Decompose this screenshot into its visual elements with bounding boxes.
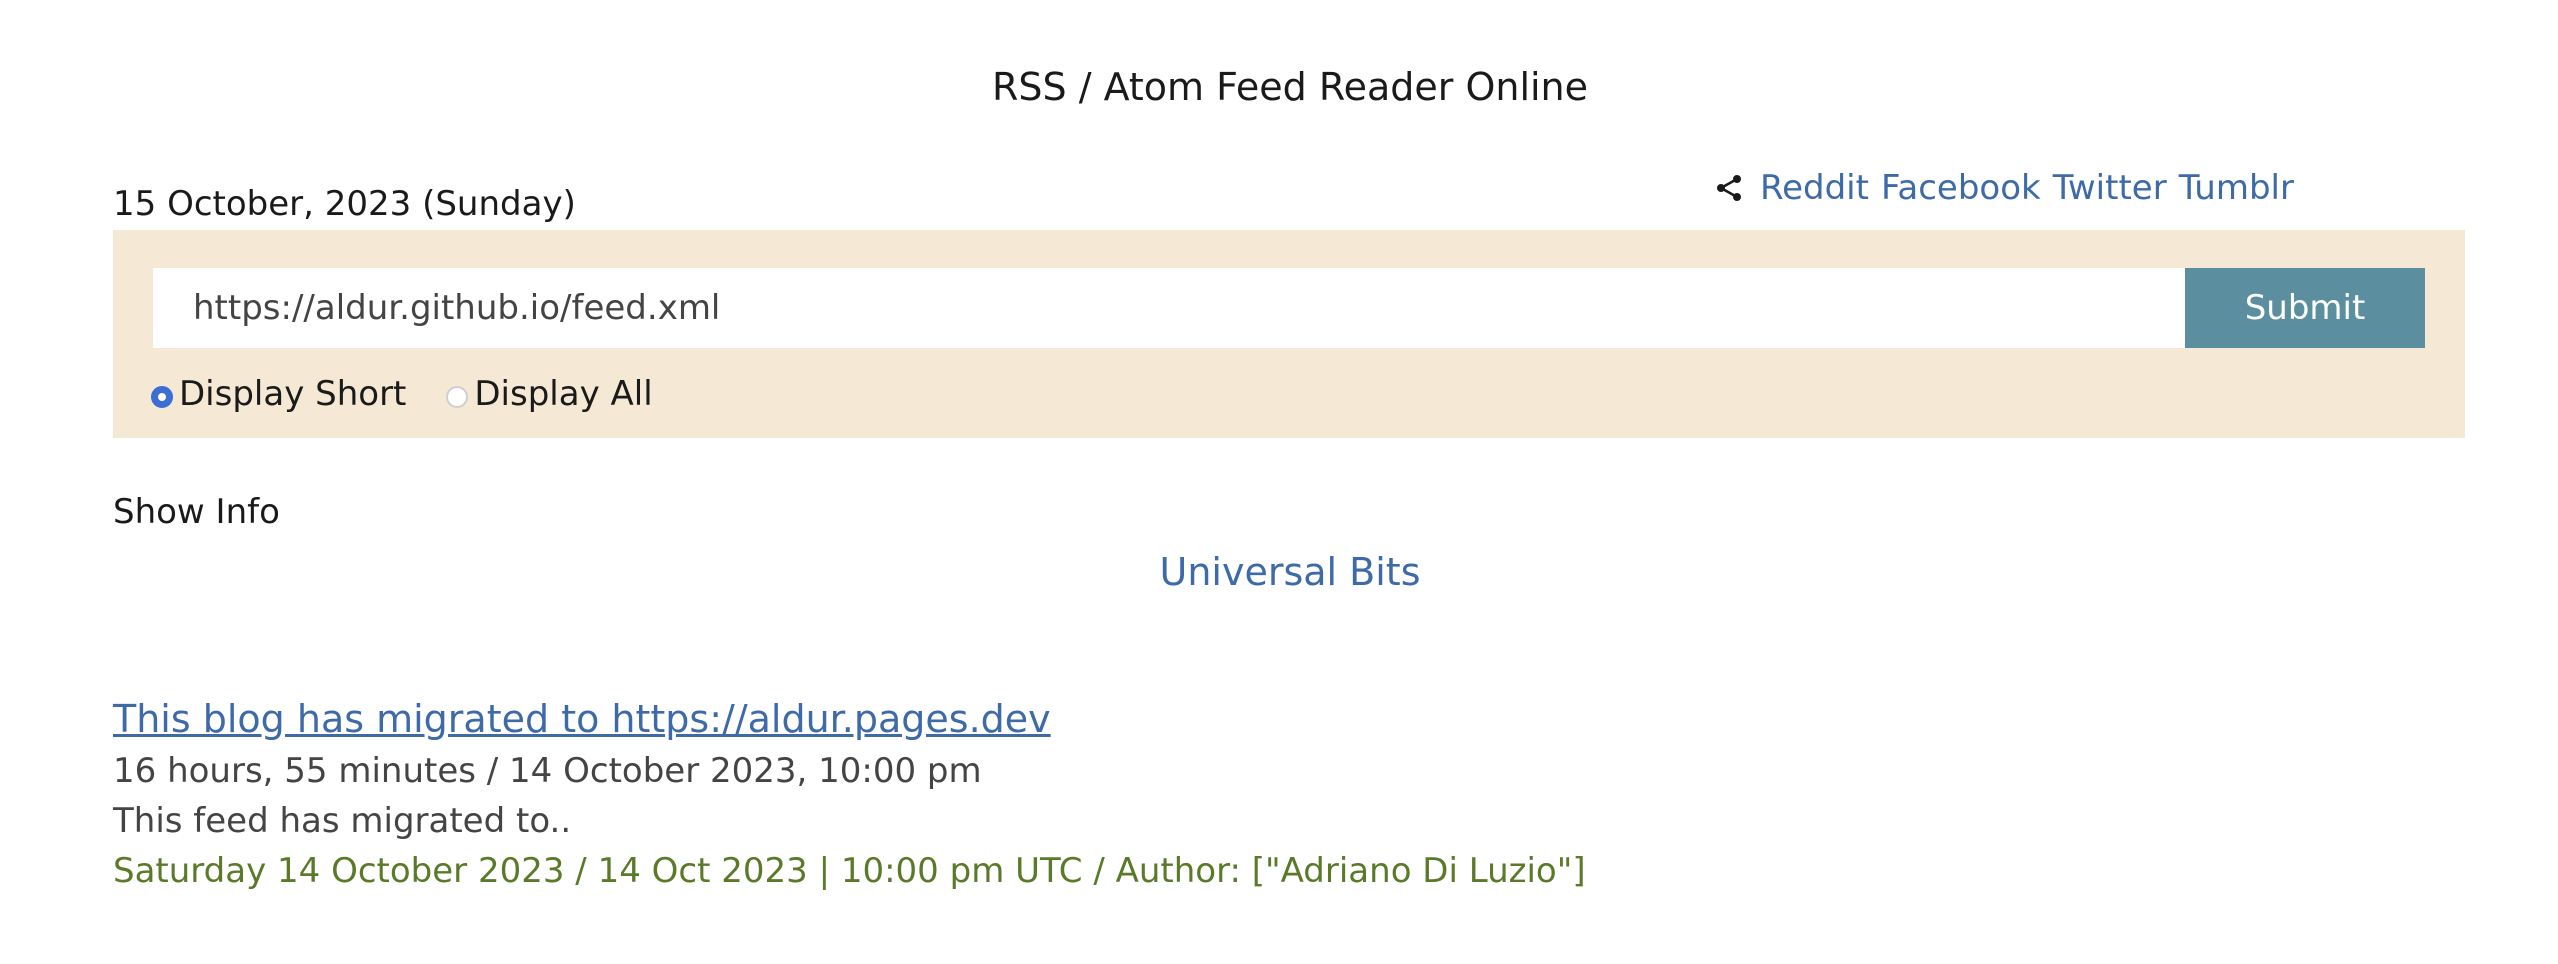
feed-title: Universal Bits — [0, 548, 2558, 596]
current-date: 15 October, 2023 (Sunday) — [113, 184, 576, 224]
display-all-option[interactable]: Display All — [446, 372, 653, 416]
display-short-label: Display Short — [179, 374, 407, 414]
share-link-facebook[interactable]: Facebook — [1881, 166, 2041, 210]
display-all-radio[interactable] — [446, 386, 469, 408]
share-bar: Reddit Facebook Twitter Tumblr — [1712, 166, 2306, 210]
entry-description: This feed has migrated to.. — [113, 801, 572, 841]
display-all-label: Display All — [474, 374, 653, 414]
display-mode-options: Display Short Display All — [151, 372, 693, 416]
show-info-toggle[interactable]: Show Info — [113, 490, 280, 534]
feed-url-input[interactable] — [153, 268, 2187, 348]
share-link-tumblr[interactable]: Tumblr — [2179, 166, 2294, 210]
entry-meta: Saturday 14 October 2023 / 14 Oct 2023 |… — [113, 851, 1586, 891]
feed-entry: This blog has migrated to https://aldur.… — [113, 694, 1586, 896]
share-icon — [1712, 171, 1746, 205]
share-link-reddit[interactable]: Reddit — [1760, 166, 1869, 210]
share-link-twitter[interactable]: Twitter — [2053, 166, 2167, 210]
page-title: RSS / Atom Feed Reader Online — [991, 65, 1589, 109]
display-short-option[interactable]: Display Short — [151, 372, 406, 416]
feed-url-form: Submit Display Short Display All — [113, 230, 2465, 438]
entry-title-link[interactable]: This blog has migrated to https://aldur.… — [113, 694, 1586, 744]
display-short-radio[interactable] — [151, 386, 173, 408]
entry-time: 16 hours, 55 minutes / 14 October 2023, … — [113, 751, 982, 791]
feed-title-link[interactable]: Universal Bits — [1160, 550, 1421, 594]
submit-button[interactable]: Submit — [2185, 268, 2425, 348]
